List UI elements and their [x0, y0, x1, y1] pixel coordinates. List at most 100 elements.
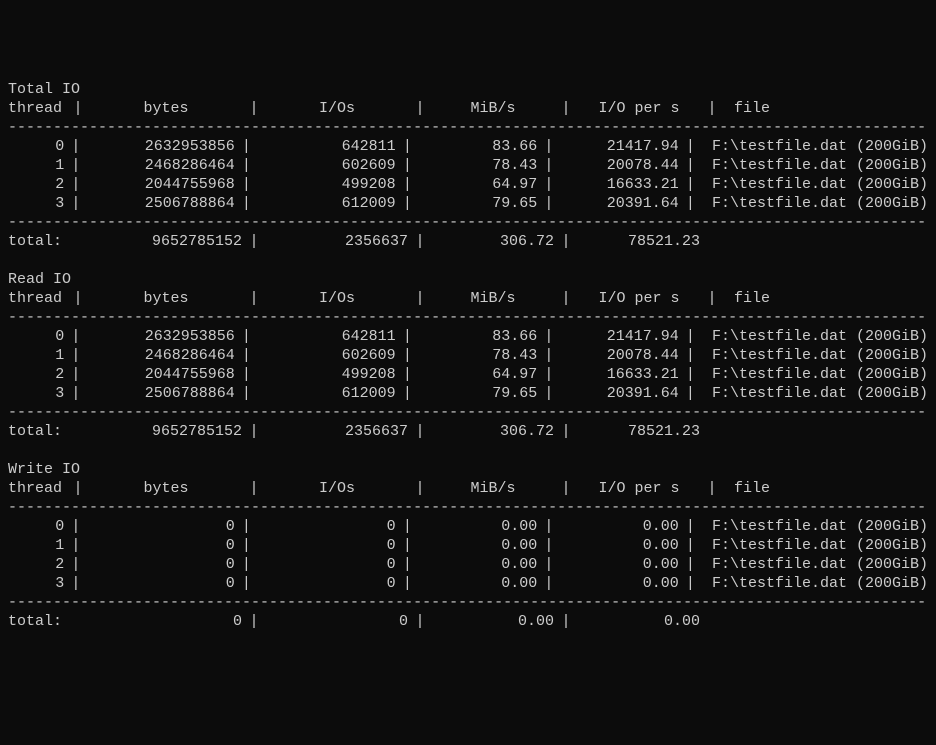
cell-iops: 0.00: [560, 556, 678, 575]
cell-mibs: 64.97: [419, 176, 537, 195]
spacer: [66, 613, 90, 632]
cell-mibs: 79.65: [419, 195, 537, 214]
cell-iops: 20391.64: [560, 195, 678, 214]
pipe-icon: |: [235, 176, 258, 195]
table-row: 1|2468286464|602609|78.43|20078.44|F:\te…: [8, 347, 928, 366]
header-mibs: MiB/s: [432, 290, 554, 309]
cell-iops: 20391.64: [560, 385, 678, 404]
pipe-icon: |: [396, 157, 419, 176]
pipe-icon: |: [64, 328, 87, 347]
pipe-icon: |: [537, 157, 560, 176]
table-row: 2|0|0|0.00|0.00|F:\testfile.dat (200GiB): [8, 556, 928, 575]
divider: ----------------------------------------…: [8, 594, 928, 613]
table-header: thread|bytes|I/Os|MiB/s|I/O per s|file: [8, 480, 928, 499]
cell-ios: 499208: [258, 176, 396, 195]
pipe-icon: |: [396, 347, 419, 366]
total-bytes: 0: [90, 613, 242, 632]
pipe-icon: |: [242, 613, 266, 632]
cell-thread: 1: [8, 537, 64, 556]
cell-thread: 2: [8, 366, 64, 385]
pipe-icon: |: [554, 480, 578, 499]
cell-bytes: 2632953856: [87, 138, 234, 157]
pipe-icon: |: [700, 100, 724, 119]
cell-file: F:\testfile.dat (200GiB): [702, 157, 928, 176]
cell-mibs: 0.00: [419, 575, 537, 594]
pipe-icon: |: [64, 575, 87, 594]
cell-iops: 0.00: [560, 518, 678, 537]
pipe-icon: |: [235, 385, 258, 404]
cell-thread: 2: [8, 176, 64, 195]
total-label: total:: [8, 613, 66, 632]
header-bytes: bytes: [90, 480, 242, 499]
pipe-icon: |: [396, 366, 419, 385]
cell-bytes: 2632953856: [87, 328, 234, 347]
pipe-icon: |: [408, 480, 432, 499]
header-iops: I/O per s: [578, 100, 700, 119]
cell-thread: 3: [8, 195, 64, 214]
pipe-icon: |: [537, 575, 560, 594]
pipe-icon: |: [235, 157, 258, 176]
total-ios: 0: [266, 613, 408, 632]
pipe-icon: |: [66, 290, 90, 309]
cell-mibs: 0.00: [419, 537, 537, 556]
pipe-icon: |: [679, 575, 702, 594]
pipe-icon: |: [537, 176, 560, 195]
pipe-icon: |: [537, 385, 560, 404]
pipe-icon: |: [235, 575, 258, 594]
total-mibs: 0.00: [432, 613, 554, 632]
pipe-icon: |: [396, 537, 419, 556]
cell-ios: 612009: [258, 195, 396, 214]
total-iops: 0.00: [578, 613, 700, 632]
cell-mibs: 0.00: [419, 518, 537, 537]
pipe-icon: |: [64, 176, 87, 195]
pipe-icon: |: [700, 480, 724, 499]
cell-ios: 0: [258, 537, 396, 556]
table-row: 2|2044755968|499208|64.97|16633.21|F:\te…: [8, 176, 928, 195]
pipe-icon: |: [64, 518, 87, 537]
pipe-icon: |: [64, 195, 87, 214]
pipe-icon: |: [679, 328, 702, 347]
cell-file: F:\testfile.dat (200GiB): [702, 195, 928, 214]
total-iops: 78521.23: [578, 233, 700, 252]
pipe-icon: |: [396, 195, 419, 214]
cell-file: F:\testfile.dat (200GiB): [702, 138, 928, 157]
cell-thread: 1: [8, 347, 64, 366]
header-bytes: bytes: [90, 290, 242, 309]
pipe-icon: |: [679, 556, 702, 575]
divider: ----------------------------------------…: [8, 309, 928, 328]
header-ios: I/Os: [266, 290, 408, 309]
cell-thread: 3: [8, 385, 64, 404]
header-ios: I/Os: [266, 480, 408, 499]
pipe-icon: |: [408, 100, 432, 119]
cell-iops: 16633.21: [560, 176, 678, 195]
total-ios: 2356637: [266, 233, 408, 252]
total-mibs: 306.72: [432, 233, 554, 252]
header-iops: I/O per s: [578, 290, 700, 309]
header-bytes: bytes: [90, 100, 242, 119]
spacer: [66, 423, 90, 442]
pipe-icon: |: [235, 556, 258, 575]
pipe-icon: |: [235, 537, 258, 556]
table-row: 0|2632953856|642811|83.66|21417.94|F:\te…: [8, 138, 928, 157]
pipe-icon: |: [396, 385, 419, 404]
pipe-icon: |: [242, 290, 266, 309]
pipe-icon: |: [679, 366, 702, 385]
divider: ----------------------------------------…: [8, 119, 928, 138]
cell-bytes: 2506788864: [87, 195, 234, 214]
cell-bytes: 2506788864: [87, 385, 234, 404]
pipe-icon: |: [537, 518, 560, 537]
pipe-icon: |: [679, 518, 702, 537]
pipe-icon: |: [408, 613, 432, 632]
pipe-icon: |: [537, 366, 560, 385]
blank-line: [8, 252, 928, 271]
cell-ios: 0: [258, 518, 396, 537]
pipe-icon: |: [679, 537, 702, 556]
pipe-icon: |: [537, 328, 560, 347]
table-row: 3|2506788864|612009|79.65|20391.64|F:\te…: [8, 195, 928, 214]
header-thread: thread: [8, 290, 66, 309]
cell-file: F:\testfile.dat (200GiB): [702, 176, 928, 195]
cell-bytes: 0: [87, 575, 234, 594]
table-row: 1|2468286464|602609|78.43|20078.44|F:\te…: [8, 157, 928, 176]
cell-bytes: 2468286464: [87, 157, 234, 176]
cell-iops: 21417.94: [560, 138, 678, 157]
